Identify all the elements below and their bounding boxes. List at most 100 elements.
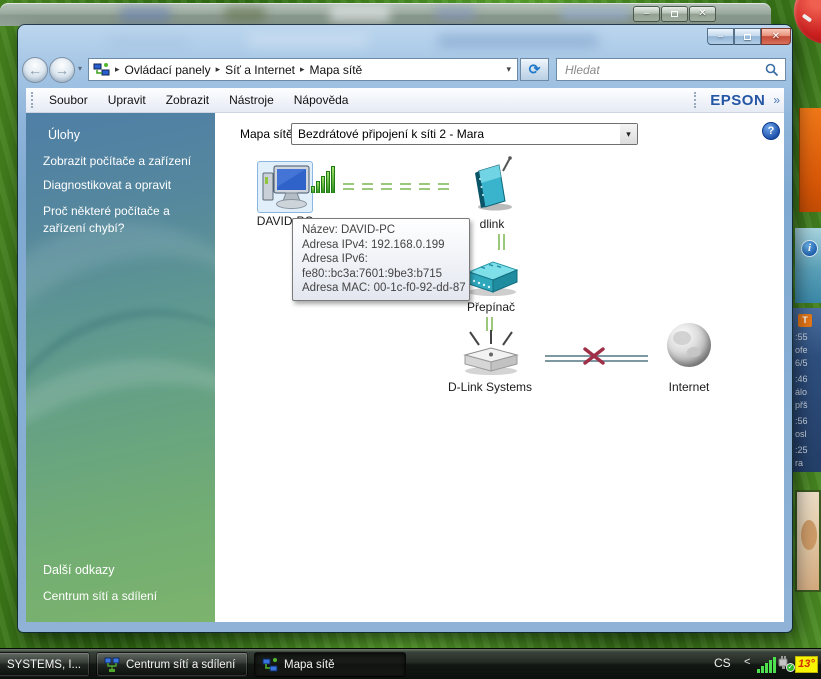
wireless-signal-icon <box>311 165 339 193</box>
router-icon[interactable] <box>459 329 523 377</box>
map-label: Mapa sítě <box>240 127 293 141</box>
address-bar[interactable]: ▸ Ovládací panely ▸ Síť a Internet ▸ Map… <box>88 58 518 81</box>
menu-bar: Soubor Upravit Zobrazit Nástroje Nápověd… <box>26 88 784 113</box>
breadcrumb-network-map[interactable]: Mapa sítě <box>310 63 363 77</box>
blurred-content <box>330 5 390 23</box>
taskbar-button-label: Centrum sítí a sdílení <box>126 658 236 671</box>
tasks-sidebar: Úlohy Zobrazit počítače a zařízení Diagn… <box>26 113 215 622</box>
help-button[interactable]: ? <box>762 122 780 140</box>
info-gadget[interactable]: i <box>795 228 821 303</box>
desktop: – ✕ i T :55 ofe 6/5 :46 álo přš :56 osl … <box>0 0 821 679</box>
computer-icon[interactable] <box>261 163 311 211</box>
internet-label: Internet <box>668 380 710 394</box>
close-button[interactable]: ✕ <box>761 28 791 45</box>
back-button[interactable]: ← <box>22 57 48 83</box>
news-line: ra <box>795 458 804 468</box>
network-map-window: – ✕ ← → ▾ ▸ Ovládací panely ▸ Síť a Inte… <box>18 25 792 632</box>
taskbar-button-label: Mapa sítě <box>284 658 335 671</box>
address-dropdown-icon[interactable]: ▾ <box>506 64 511 75</box>
info-icon: i <box>801 240 818 257</box>
sidebar-item-view-computers[interactable]: Zobrazit počítače a zařízení <box>43 154 191 168</box>
taskbar-button-network-map[interactable]: Mapa sítě <box>254 652 406 677</box>
toolbar-overflow-icon[interactable]: » <box>773 93 780 107</box>
toolbar-grip-icon <box>694 92 697 108</box>
access-point-icon[interactable] <box>467 155 519 211</box>
maximize-icon <box>744 34 751 40</box>
network-map-icon <box>93 62 110 75</box>
breadcrumb-network-internet[interactable]: Síť a Internet <box>225 63 295 77</box>
sidebar-item-why-missing[interactable]: Proč některé počítače a zařízení chybí? <box>43 203 205 237</box>
bg-close-button[interactable]: ✕ <box>689 6 716 22</box>
language-indicator[interactable]: CS <box>714 656 731 670</box>
taskbar-button-network-center[interactable]: Centrum sítí a sdílení <box>96 652 248 677</box>
taskbar-button-systems[interactable]: SYSTEMS, I... <box>0 652 90 677</box>
connection-error-icon <box>583 347 605 365</box>
nav-history-dropdown[interactable]: ▾ <box>78 64 82 73</box>
tray-expand-chevron[interactable]: < <box>744 656 750 668</box>
news-line: ofe <box>795 345 808 355</box>
background-window-titlebar[interactable]: – ✕ <box>0 3 771 26</box>
bg-minimize-button[interactable]: – <box>633 6 660 22</box>
blurred-content <box>225 7 265 21</box>
search-box[interactable] <box>556 58 786 81</box>
switch-icon[interactable] <box>461 254 523 298</box>
sidebar-header-tasks: Úlohy <box>48 128 80 142</box>
wired-connection-line <box>498 234 505 250</box>
forward-button[interactable]: → <box>49 57 75 83</box>
search-input[interactable] <box>557 60 765 79</box>
news-line: přš <box>795 400 808 410</box>
news-feed-gadget[interactable]: T :55 ofe 6/5 :46 álo přš :56 osl :25 ra <box>793 308 821 472</box>
tooltip-ipv6-value: fe80::bc3a:7601:9be3:b715 <box>302 267 443 280</box>
breadcrumb-separator-icon: ▸ <box>115 64 120 74</box>
network-select[interactable]: Bezdrátové připojení k síti 2 - Mara ▾ <box>291 123 638 145</box>
taskbar-button-label: SYSTEMS, I... <box>7 658 82 671</box>
news-line: osl <box>795 429 807 439</box>
breadcrumb-separator-icon: ▸ <box>215 64 221 74</box>
calendar-gadget[interactable] <box>799 108 821 212</box>
network-map-icon <box>262 657 278 671</box>
tooltip-mac: Adresa MAC: 00-1c-f0-92-dd-87 <box>302 282 466 294</box>
menu-view[interactable]: Zobrazit <box>156 89 219 111</box>
tray-network-signal-icon[interactable] <box>757 657 777 673</box>
network-map-canvas: Mapa sítě Bezdrátové připojení k síti 2 … <box>215 113 784 622</box>
breadcrumb-separator-icon: ▸ <box>300 64 305 74</box>
bg-maximize-button[interactable] <box>661 6 688 22</box>
wireless-connection-line <box>343 183 449 190</box>
sidebar-item-diagnose-repair[interactable]: Diagnostikovat a opravit <box>43 178 171 192</box>
menu-edit[interactable]: Upravit <box>98 89 156 111</box>
tooltip-ipv6-label: Adresa IPv6: <box>302 253 368 265</box>
menu-tools[interactable]: Nástroje <box>219 89 284 111</box>
tooltip-ipv4: Adresa IPv4: 192.168.0.199 <box>302 238 445 251</box>
network-icon <box>104 657 120 672</box>
minimize-button[interactable]: – <box>707 28 734 45</box>
blurred-content <box>435 7 475 21</box>
temperature-gadget[interactable]: 13° <box>795 656 818 673</box>
tooltip-name: Název: DAVID-PC <box>302 224 396 236</box>
switch-label: Přepínač <box>466 300 516 314</box>
device-ok-check-icon: ✓ <box>786 663 795 672</box>
maximize-button[interactable] <box>734 28 761 45</box>
breadcrumb-control-panel[interactable]: Ovládací panely <box>125 63 211 77</box>
network-select-value: Bezdrátové připojení k síti 2 - Mara <box>298 127 485 141</box>
menu-file[interactable]: Soubor <box>39 89 98 111</box>
taskbar: SYSTEMS, I... Centrum sítí a sdílení Map… <box>0 648 821 679</box>
chevron-down-icon: ▾ <box>620 124 637 144</box>
epson-toolbar-logo[interactable]: EPSON <box>702 92 773 109</box>
refresh-button[interactable]: ⟳ <box>520 58 549 81</box>
internet-globe-icon[interactable] <box>667 323 711 367</box>
news-line: :55 <box>795 332 808 342</box>
blurred-content <box>120 7 170 23</box>
toolbar-grip-icon <box>31 92 34 108</box>
search-icon <box>765 63 779 76</box>
news-line: :25 <box>795 445 808 455</box>
maximize-icon <box>671 11 678 17</box>
photo-gadget[interactable] <box>795 490 821 592</box>
news-line: 6/5 <box>795 358 808 368</box>
sidebar-header-more-links: Další odkazy <box>43 563 115 577</box>
sidebar-item-network-sharing-center[interactable]: Centrum sítí a sdílení <box>43 589 157 603</box>
clock-gadget[interactable] <box>794 0 821 44</box>
news-line: álo <box>795 387 808 397</box>
menu-help[interactable]: Nápověda <box>284 89 359 111</box>
news-line: :46 <box>795 374 808 384</box>
blurred-content <box>560 7 630 21</box>
